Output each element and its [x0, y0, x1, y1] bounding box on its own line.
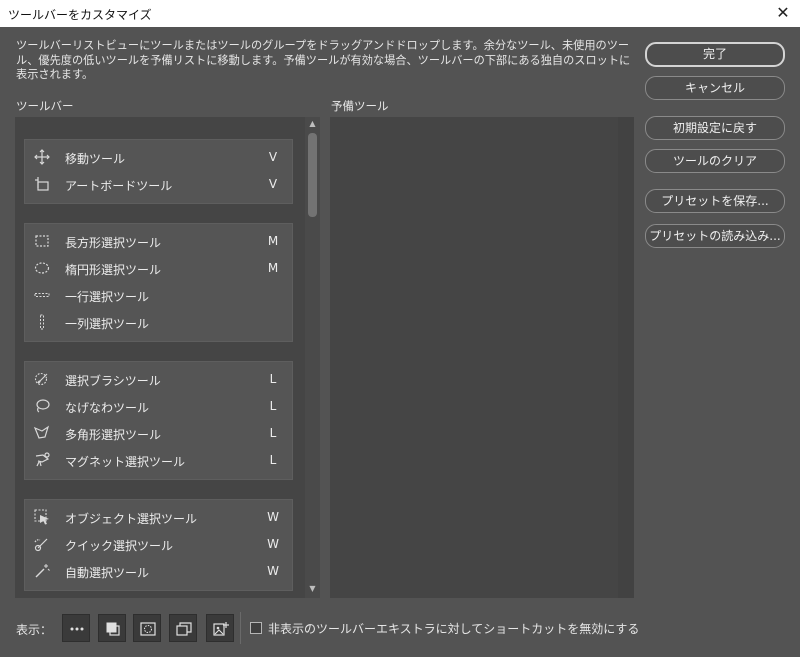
lasso-icon: [34, 398, 50, 414]
tool-shortcut: L: [269, 399, 277, 413]
tool-item[interactable]: 長方形選択ツール M: [25, 228, 292, 255]
tool-item[interactable]: 移動ツール V: [25, 144, 292, 171]
done-button[interactable]: 完了: [645, 42, 785, 67]
object-selection-icon: [34, 509, 50, 525]
quick-selection-icon: [34, 536, 50, 552]
toggle-extras-button[interactable]: [62, 614, 90, 642]
tool-name: マグネット選択ツール: [65, 455, 186, 469]
tool-item[interactable]: 一行選択ツール: [25, 282, 292, 309]
tool-item[interactable]: 多角形選択ツール L: [25, 420, 292, 447]
tool-shortcut: V: [268, 177, 278, 191]
tool-item[interactable]: オブジェクト選択ツール W: [25, 504, 292, 531]
selection-brush-icon: [34, 371, 50, 387]
toggle-quick-mask-button[interactable]: [133, 614, 161, 642]
instructions-text: ツールバーリストビューにツールまたはツールのグループをドラッグアンドドロップしま…: [16, 39, 631, 81]
screen-mode-icon: [176, 622, 192, 636]
tool-item[interactable]: アートボードツール V: [25, 171, 292, 198]
single-row-marquee-icon: [34, 287, 50, 303]
disable-shortcuts-label[interactable]: 非表示のツールバーエキストラに対してショートカットを無効にする: [268, 620, 639, 637]
tool-item[interactable]: 自動選択ツール W: [25, 558, 292, 585]
disable-shortcuts-checkbox[interactable]: [250, 622, 262, 634]
tool-shortcut: V: [268, 150, 278, 164]
scroll-up-icon[interactable]: ▲: [305, 119, 320, 131]
tool-shortcut: L: [269, 372, 277, 386]
tool-name: オブジェクト選択ツール: [65, 512, 198, 526]
tool-name: 一行選択ツール: [65, 290, 150, 304]
tool-shortcut: W: [267, 564, 279, 578]
close-icon[interactable]: ✕: [772, 2, 794, 24]
tool-name: アートボードツール: [65, 179, 173, 193]
magnetic-lasso-icon: [34, 452, 50, 468]
restore-defaults-button[interactable]: 初期設定に戻す: [645, 116, 785, 140]
toolbar-list-header: ツールバー: [16, 99, 74, 113]
edit-toolbar-icon: [213, 622, 229, 636]
polygonal-lasso-icon: [33, 425, 50, 441]
tool-name: 多角形選択ツール: [65, 428, 162, 442]
scroll-down-icon[interactable]: ▼: [305, 584, 320, 596]
save-preset-button[interactable]: プリセットを保存...: [645, 189, 785, 213]
tool-item[interactable]: 楕円形選択ツール M: [25, 255, 292, 282]
move-icon: [34, 149, 50, 165]
reserve-scrollbar-track: [618, 117, 634, 598]
title-bar: ツールバーをカスタマイズ ✕: [0, 0, 800, 27]
tool-group-lasso[interactable]: 選択ブラシツール L なげなわツール L 多角形選択ツール L マグネット選択ツ…: [24, 361, 293, 480]
clear-tools-button[interactable]: ツールのクリア: [645, 149, 785, 173]
show-label: 表示：: [16, 623, 53, 637]
tool-shortcut: M: [267, 234, 279, 248]
tool-shortcut: L: [269, 426, 277, 440]
tool-name: 楕円形選択ツール: [65, 263, 162, 277]
tool-name: 選択ブラシツール: [65, 374, 161, 388]
tool-name: 一列選択ツール: [65, 317, 150, 331]
tool-shortcut: L: [269, 453, 277, 467]
footer-divider: [240, 612, 241, 644]
toggle-color-button[interactable]: [98, 614, 126, 642]
tool-group-marquee[interactable]: 長方形選択ツール M 楕円形選択ツール M 一行選択ツール 一列選択ツール: [24, 223, 293, 342]
reserve-tools-panel[interactable]: [330, 117, 634, 598]
tool-name: 移動ツール: [65, 152, 126, 166]
tool-item[interactable]: なげなわツール L: [25, 393, 292, 420]
cancel-button[interactable]: キャンセル: [645, 76, 785, 100]
tool-group-object-selection[interactable]: オブジェクト選択ツール W クイック選択ツール W 自動選択ツール W: [24, 499, 293, 591]
load-preset-button[interactable]: プリセットの読み込み...: [645, 224, 785, 248]
single-column-marquee-icon: [34, 314, 50, 330]
toggle-screen-mode-button[interactable]: [169, 614, 197, 642]
rectangular-marquee-icon: [34, 233, 50, 249]
tool-shortcut: W: [267, 510, 279, 524]
magic-wand-icon: [34, 563, 50, 579]
reserve-tools-header: 予備ツール: [331, 99, 389, 113]
tool-shortcut: M: [267, 261, 279, 275]
artboard-icon: [34, 176, 50, 192]
tool-item[interactable]: クイック選択ツール W: [25, 531, 292, 558]
tool-name: クイック選択ツール: [65, 539, 174, 553]
tool-item[interactable]: マグネット選択ツール L: [25, 447, 292, 474]
quick-mask-icon: [140, 622, 156, 636]
foreground-background-color-icon: [106, 622, 120, 636]
tool-name: 自動選択ツール: [65, 566, 150, 580]
tool-name: なげなわツール: [65, 401, 150, 415]
tool-group-move[interactable]: 移動ツール V アートボードツール V: [24, 139, 293, 204]
elliptical-marquee-icon: [34, 260, 50, 276]
scrollbar-thumb[interactable]: [308, 133, 317, 217]
toggle-edit-toolbar-button[interactable]: [206, 614, 234, 642]
more-icon: [70, 627, 84, 631]
tool-shortcut: W: [267, 537, 279, 551]
tool-item[interactable]: 選択ブラシツール L: [25, 366, 292, 393]
window-title: ツールバーをカスタマイズ: [8, 8, 152, 22]
toolbar-scrollbar[interactable]: ▲ ▼: [305, 117, 320, 598]
tool-name: 長方形選択ツール: [65, 236, 162, 250]
tool-item[interactable]: 一列選択ツール: [25, 309, 292, 336]
